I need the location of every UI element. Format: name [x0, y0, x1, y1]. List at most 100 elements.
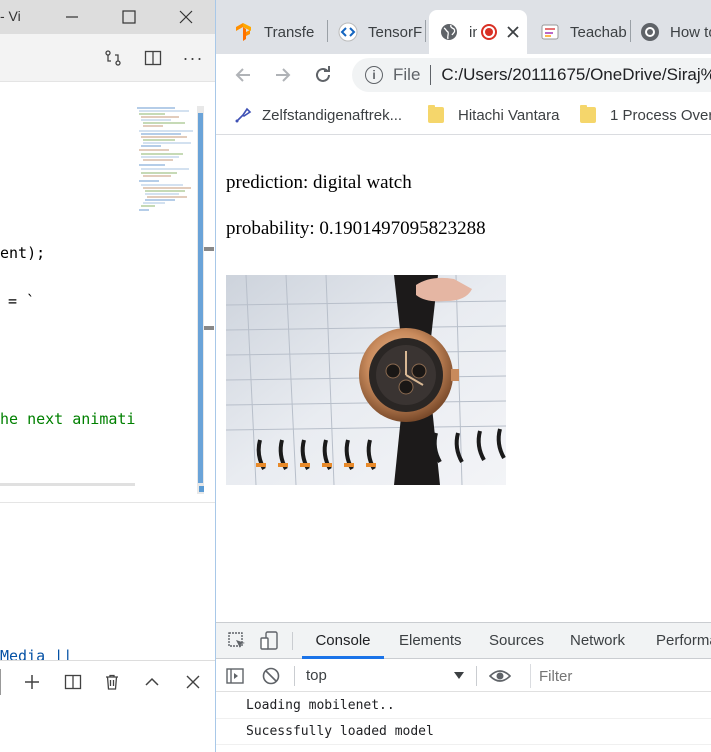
- reload-icon: [316, 66, 330, 82]
- execution-context-select[interactable]: top: [306, 664, 468, 688]
- context-value: top: [306, 667, 327, 684]
- bookmark-label: 1 Process Overv: [610, 106, 711, 124]
- tab-label: TensorF: [368, 23, 423, 41]
- more-actions-button[interactable]: ···: [181, 46, 205, 70]
- tab-how-to[interactable]: How to: [634, 10, 711, 54]
- close-icon: [507, 26, 519, 38]
- bookmark-tool-icon: [235, 107, 252, 123]
- compare-changes-button[interactable]: [101, 46, 125, 70]
- folder-icon: [428, 105, 444, 123]
- code-brackets-icon: [338, 22, 358, 42]
- tab-separator: [630, 20, 631, 42]
- address-separator: [430, 65, 432, 85]
- new-terminal-button[interactable]: [21, 671, 43, 693]
- terminal-panel[interactable]: Media ||: [0, 502, 216, 752]
- watch-photo: [226, 275, 506, 485]
- console-log-row: Loading mobilenet..: [216, 693, 711, 719]
- clear-console-button[interactable]: [260, 665, 282, 687]
- teachable-icon: [540, 22, 560, 42]
- close-window-button[interactable]: [157, 0, 215, 34]
- chrome-window: Transfe TensorF in Teachab How t i File …: [215, 0, 711, 752]
- close-icon: [179, 10, 193, 24]
- overview-ruler-mark: [204, 247, 214, 251]
- forward-button[interactable]: [270, 62, 296, 88]
- tab-label: Transfe: [264, 23, 315, 41]
- split-terminal-button[interactable]: [62, 671, 84, 693]
- console-filter-input[interactable]: [530, 664, 711, 688]
- plus-icon: [25, 675, 39, 689]
- tab-active[interactable]: in: [429, 10, 527, 54]
- show-console-sidebar-button[interactable]: [224, 665, 246, 687]
- url-text[interactable]: C:/Users/20111675/OneDrive/Siraj%: [441, 65, 711, 85]
- back-button[interactable]: [230, 62, 256, 88]
- tab-transfer[interactable]: Transfe: [226, 10, 330, 54]
- maximize-button[interactable]: [100, 0, 158, 34]
- tab-separator: [425, 20, 426, 42]
- compare-icon: [105, 50, 121, 66]
- info-icon[interactable]: i: [365, 66, 383, 84]
- minimap[interactable]: [135, 105, 197, 225]
- device-toolbar-button[interactable]: [258, 630, 280, 652]
- minimize-button[interactable]: [43, 0, 101, 34]
- tab-label: How to: [670, 23, 711, 41]
- probability-text: probability: 0.1901497095823288: [226, 218, 486, 239]
- tab-sources[interactable]: Sources: [489, 623, 544, 659]
- arrow-right-icon: [276, 68, 291, 82]
- folder-icon: [580, 105, 596, 123]
- tab-performance[interactable]: Performa: [656, 623, 711, 659]
- devtools-tab-bar: Console Elements Sources Network Perform…: [216, 623, 711, 659]
- split-editor-button[interactable]: [141, 46, 165, 70]
- console-toolbar: top: [216, 660, 711, 692]
- editor-divider[interactable]: [0, 483, 135, 486]
- tab-network[interactable]: Network: [570, 623, 625, 659]
- minimize-icon: [66, 16, 78, 18]
- eye-icon: [489, 670, 511, 682]
- close-icon: [186, 675, 200, 689]
- reload-button[interactable]: [310, 62, 336, 88]
- tab-separator: [327, 20, 328, 42]
- devtools-separator: [476, 666, 477, 686]
- tab-tensorflow[interactable]: TensorF: [330, 10, 425, 54]
- inspect-element-button[interactable]: [226, 630, 248, 652]
- address-bar[interactable]: i File C:/Users/20111675/OneDrive/Siraj%: [352, 58, 711, 92]
- code-comment-line: he next animati: [0, 410, 136, 428]
- overview-ruler-mark: [204, 326, 214, 330]
- close-panel-button[interactable]: [182, 671, 204, 693]
- scheme-label: File: [393, 65, 421, 84]
- maximize-panel-button[interactable]: [141, 671, 163, 693]
- tab-teachable[interactable]: Teachab: [534, 10, 630, 54]
- vscode-window-title: - Vi: [0, 8, 21, 24]
- tab-console[interactable]: Console: [302, 623, 384, 659]
- code-line: = `: [8, 292, 36, 310]
- code-line: ent);: [0, 244, 46, 262]
- bookmark-zelfstandigenaftrek[interactable]: Zelfstandigenaftrek...: [234, 103, 402, 127]
- recording-indicator-icon: [481, 24, 497, 40]
- scrollbar-marker: [199, 486, 204, 492]
- close-tab-button[interactable]: [505, 24, 521, 40]
- devtools-separator: [292, 632, 293, 650]
- sidebar-toggle-icon: [226, 668, 244, 684]
- trash-icon: [106, 674, 118, 690]
- vscode-titlebar: - Vi: [0, 0, 216, 34]
- editor-scrollbar-thumb[interactable]: [198, 113, 203, 483]
- bookmark-label: Zelfstandigenaftrek...: [262, 106, 403, 124]
- bookmark-hitachi-vantara[interactable]: Hitachi Vantara: [428, 103, 559, 127]
- devtools-panel: Console Elements Sources Network Perform…: [216, 622, 711, 752]
- tab-label: Teachab: [570, 23, 627, 41]
- vscode-window: - Vi ··· ent); = ` he next animati Media…: [0, 0, 216, 752]
- globe-icon: [439, 22, 459, 42]
- tab-label: in: [469, 23, 477, 41]
- arrow-left-icon: [235, 68, 250, 82]
- bookmark-label: Hitachi Vantara: [458, 106, 560, 124]
- tab-strip: Transfe TensorF in Teachab How t: [216, 0, 711, 54]
- split-editor-icon: [144, 50, 162, 66]
- kill-terminal-button[interactable]: [101, 671, 123, 693]
- chevron-up-icon: [145, 677, 159, 686]
- bookmark-process-overview[interactable]: 1 Process Overv: [580, 103, 711, 127]
- caret-down-icon: [454, 672, 464, 679]
- tab-elements[interactable]: Elements: [399, 623, 462, 659]
- console-log-row: Sucessfully loaded model: [216, 719, 711, 745]
- panel-actions-bar: [0, 660, 216, 702]
- live-expression-button[interactable]: [489, 665, 511, 687]
- console-prompt-icon[interactable]: ›: [226, 747, 230, 752]
